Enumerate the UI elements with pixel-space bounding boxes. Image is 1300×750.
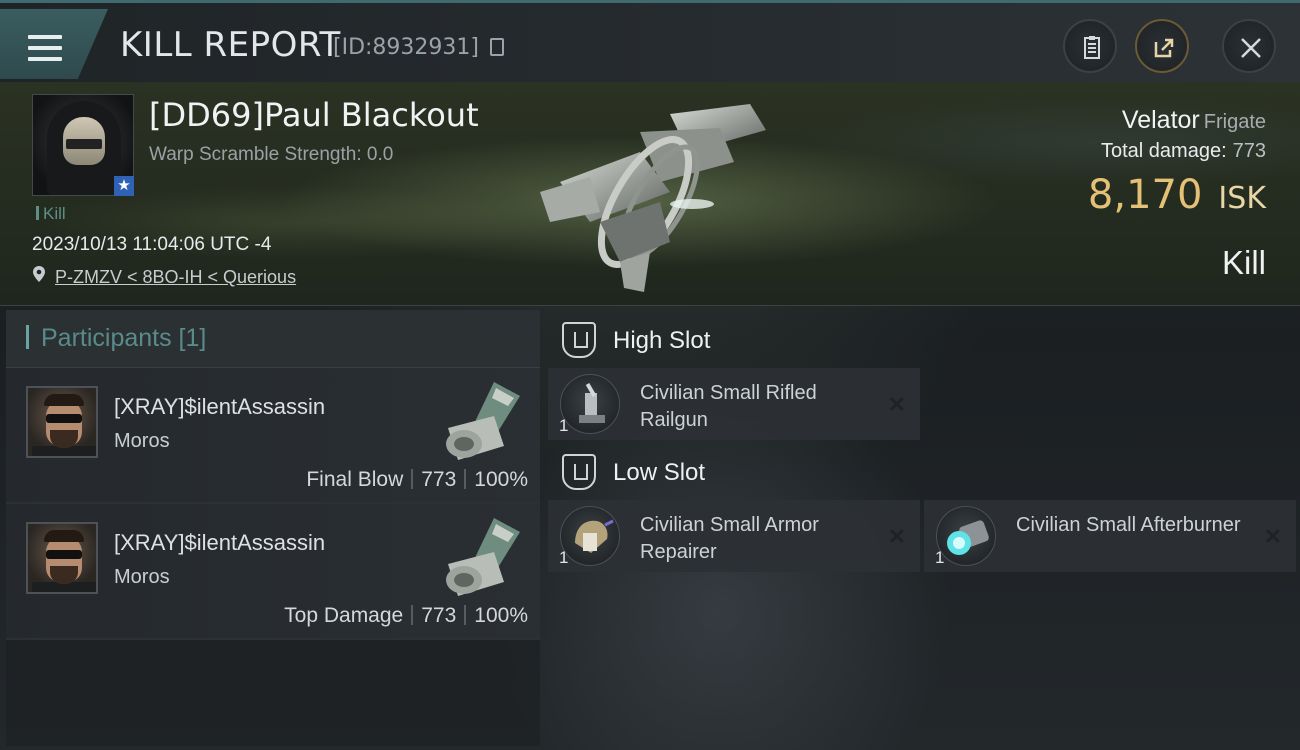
isk-amount: 8,170 bbox=[1087, 172, 1203, 218]
x-icon: ✕ bbox=[887, 392, 906, 417]
share-button[interactable] bbox=[1135, 19, 1189, 73]
afterburner-icon bbox=[936, 506, 996, 566]
report-id: [ID:8932931] bbox=[333, 35, 479, 60]
participant-row[interactable]: [XRAY]$ilentAssassin Moros Top Damage 773… bbox=[6, 504, 540, 640]
close-icon bbox=[1241, 38, 1261, 58]
module-afterburner[interactable]: 1 Civilian Small Afterburner ✕ bbox=[924, 500, 1296, 572]
isk-unit: ISK bbox=[1218, 181, 1266, 216]
copy-icon[interactable] bbox=[490, 38, 504, 56]
total-damage: Total damage: 773 bbox=[1101, 140, 1266, 163]
total-damage-label: Total damage: bbox=[1100, 140, 1227, 162]
module-armor-repairer[interactable]: 1 Civilian Small Armor Repairer ✕ bbox=[548, 500, 920, 572]
high-slot-title: High Slot bbox=[613, 327, 711, 354]
isk-value: 8,170 ISK bbox=[1088, 172, 1266, 218]
participant-percent: 100% bbox=[474, 468, 528, 491]
participant-role: Final Blow bbox=[306, 468, 404, 491]
participant-damage: 773 bbox=[421, 604, 457, 627]
result-label: Kill bbox=[1221, 244, 1266, 281]
location-pin-icon bbox=[33, 266, 45, 282]
module-quantity: 1 bbox=[559, 548, 569, 567]
railgun-icon bbox=[560, 374, 620, 434]
participant-ship: Moros bbox=[114, 566, 170, 588]
participants-header: Participants [1] bbox=[6, 310, 540, 368]
module-name: Civilian Small Rifled Railgun bbox=[640, 382, 817, 431]
high-slot-header: High Slot bbox=[548, 318, 928, 364]
participant-stats: Final Blow 773 100% bbox=[306, 468, 528, 492]
participant-avatar[interactable] bbox=[26, 386, 98, 458]
star-badge-icon: ★ bbox=[114, 176, 134, 196]
low-slot-title: Low Slot bbox=[613, 459, 706, 486]
close-button[interactable] bbox=[1222, 19, 1276, 73]
module-railgun[interactable]: 1 Civilian Small Rifled Railgun ✕ bbox=[548, 368, 920, 440]
clipboard-icon bbox=[1084, 36, 1100, 59]
module-name: Civilian Small Afterburner bbox=[1016, 514, 1241, 536]
kill-timestamp: 2023/10/13 11:04:06 UTC -4 bbox=[32, 234, 272, 255]
victim-ship-image bbox=[540, 104, 766, 292]
participant-percent: 100% bbox=[474, 604, 528, 627]
participant-ship-image bbox=[446, 382, 520, 460]
module-quantity: 1 bbox=[935, 548, 945, 567]
victim-ship-name[interactable]: Velator bbox=[1122, 106, 1200, 134]
menu-tab[interactable] bbox=[0, 9, 108, 79]
header-bar: KILL REPORT [ID:8932931] bbox=[0, 0, 1300, 82]
module-name: Civilian Small Armor Repairer bbox=[640, 514, 819, 563]
share-icon bbox=[1154, 38, 1174, 58]
hamburger-icon[interactable] bbox=[28, 35, 62, 61]
victim-name[interactable]: [DD69]Paul Blackout bbox=[149, 96, 479, 134]
warp-scramble-strength: Warp Scramble Strength: 0.0 bbox=[149, 144, 394, 165]
victim-banner: ★ [DD69]Paul Blackout Warp Scramble Stre… bbox=[0, 82, 1300, 306]
slot-shield-icon bbox=[562, 454, 596, 490]
participants-panel: Participants [1] [XRAY]$ilentAssassin Mo… bbox=[6, 310, 540, 746]
participant-ship-image bbox=[446, 518, 520, 596]
module-quantity: 1 bbox=[559, 416, 569, 435]
total-damage-value: 773 bbox=[1232, 140, 1266, 162]
armor-repairer-icon bbox=[560, 506, 620, 566]
page-title: KILL REPORT bbox=[120, 25, 341, 65]
victim-ship: Velator Frigate bbox=[1122, 106, 1266, 135]
kill-tag: Kill bbox=[36, 204, 66, 224]
location-link[interactable]: P-ZMZV < 8BO-IH < Querious bbox=[55, 267, 296, 288]
slot-shield-icon bbox=[562, 322, 596, 358]
participant-stats: Top Damage 773 100% bbox=[284, 604, 528, 628]
participant-name[interactable]: [XRAY]$ilentAssassin bbox=[114, 530, 325, 556]
participant-damage: 773 bbox=[421, 468, 457, 491]
participant-ship: Moros bbox=[114, 430, 170, 452]
participant-role: Top Damage bbox=[284, 604, 404, 627]
participant-row[interactable]: [XRAY]$ilentAssassin Moros Final Blow 773… bbox=[6, 368, 540, 504]
x-icon: ✕ bbox=[1263, 524, 1282, 549]
participant-avatar[interactable] bbox=[26, 522, 98, 594]
participant-name[interactable]: [XRAY]$ilentAssassin bbox=[114, 394, 325, 420]
x-icon: ✕ bbox=[887, 524, 906, 549]
victim-ship-class: Frigate bbox=[1203, 111, 1266, 133]
clipboard-button[interactable] bbox=[1063, 19, 1117, 73]
low-slot-header: Low Slot bbox=[548, 450, 928, 496]
